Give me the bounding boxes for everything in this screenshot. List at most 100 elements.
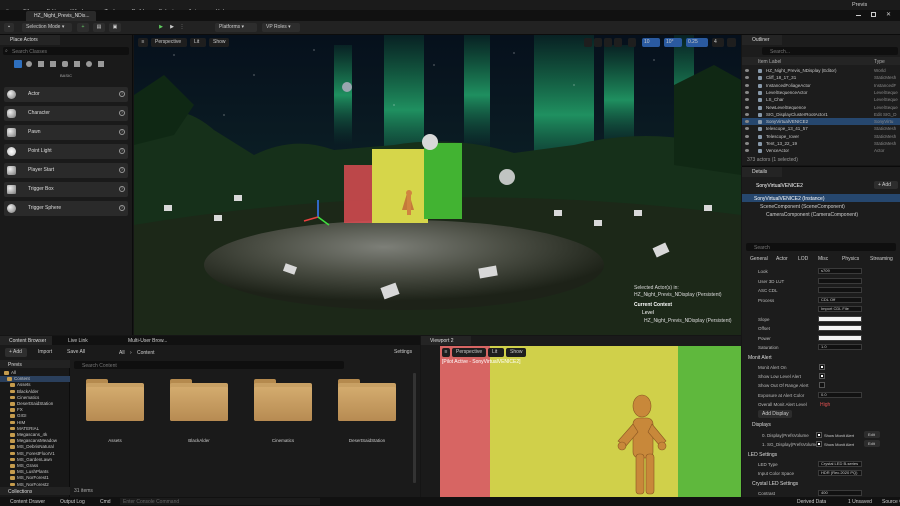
display-show-checkbox[interactable] [816,432,822,438]
exposure-input[interactable]: 0.0 [818,392,862,398]
outliner-row[interactable]: telescope_13_41_57 StaticMesh [742,125,900,132]
unsaved-button[interactable]: 1 Unsaved [848,499,872,505]
overall-value[interactable]: High [820,402,830,408]
outliner-row[interactable]: Telescope_rover StaticMesh [742,133,900,140]
outliner-row[interactable]: NewLevelSequence LevelSeque [742,104,900,111]
save-all-button[interactable]: Save All [63,348,93,357]
help-icon[interactable]: ? [119,186,125,192]
details-tab-lod[interactable]: LOD [798,256,808,262]
place-character-item[interactable]: Character? [4,106,128,121]
outliner-row[interactable]: LevelSequenceActor LevelSeque [742,89,900,96]
help-icon[interactable]: ? [119,91,125,97]
display-show-checkbox[interactable] [816,441,822,447]
visibility-icon[interactable] [745,98,749,102]
add-content-button[interactable]: + [77,23,89,32]
level-viewport[interactable]: ≡ Perspective Lit Show 10 10° 0.25 4 Sel… [134,35,741,335]
play-options-icon[interactable]: ▶ [167,23,177,32]
outliner-row[interactable]: SonyVirtualVENICE2 SonyVirtu [742,118,900,126]
monit-prop-checkbox[interactable] [819,364,825,370]
details-prop-value[interactable]: Import CDL File [818,306,862,312]
tree-folder[interactable]: GIGI [0,413,70,419]
settings-button[interactable]: Settings [390,348,418,357]
tree-folder[interactable]: MegascansMeadow [0,438,70,444]
add-button[interactable]: + Add [5,348,27,357]
add-component-button[interactable]: + Add [874,181,898,189]
tree-folder[interactable]: MS_DebrisNatural [0,444,70,450]
level-tab[interactable]: HZ_Night_Previs_NDis... [26,11,96,21]
cinematics-button[interactable]: ▣ [109,23,121,32]
output-log-button[interactable]: Output Log [60,499,85,505]
category-cinematic-icon[interactable] [50,61,56,67]
display-edit-button[interactable]: Edit [864,440,880,447]
camera-speed-button[interactable]: 4 [712,38,724,47]
visibility-icon[interactable] [745,134,749,138]
tab-multi-user[interactable]: Multi-User Brow... [128,338,167,344]
details-tab-actor[interactable]: Actor [776,256,788,262]
folder-tile[interactable] [86,377,144,421]
viewport-2-show-button[interactable]: Show [506,348,526,357]
place-player-start-item[interactable]: Player Start? [4,163,128,178]
path-all[interactable]: All [119,350,125,356]
visibility-icon[interactable] [745,149,749,153]
place-actors-search[interactable]: ⌕ Search Classes [3,47,129,55]
vp-roles-dropdown[interactable]: VP Roles ▾ [262,23,300,32]
category-shapes-icon[interactable] [38,61,44,67]
place-trigger-sphere-item[interactable]: Trigger Sphere? [4,201,128,216]
help-icon[interactable]: ? [119,129,125,135]
category-more-icon[interactable] [98,61,104,67]
details-prop-value[interactable]: 1.0 [818,344,862,350]
help-icon[interactable]: ? [119,167,125,173]
console-input[interactable]: Enter Console Command [120,498,320,505]
outliner-row[interactable]: InstancedFoliageActor InstancedF [742,82,900,89]
perspective-button[interactable]: Perspective [151,38,187,47]
content-scrollbar[interactable] [413,373,416,483]
details-prop-value[interactable] [818,325,862,331]
viewport-2-tab[interactable]: Viewport 2 [421,336,471,345]
visibility-icon[interactable] [745,83,749,87]
outliner-row[interactable]: VenceActor Actor [742,147,900,154]
tree-folder[interactable]: MS_ForestFloorV1 [0,451,70,457]
collections-header[interactable]: Collections [0,487,70,495]
category-lights-icon[interactable] [26,61,32,67]
viewport-2-perspective-button[interactable]: Perspective [452,348,486,357]
place-actors-tab[interactable]: Place Actors [0,35,60,45]
world-space-icon[interactable] [628,38,636,47]
place-trigger-box-item[interactable]: Trigger Box? [4,182,128,197]
details-prop-value[interactable] [818,277,862,284]
viewport-2-lit-button[interactable]: Lit [488,348,504,357]
help-icon[interactable]: ? [119,205,125,211]
component-root-row[interactable]: SonyVirtualVENICE2 (Instance) [742,194,900,202]
path-content[interactable]: Content [137,350,155,356]
viewport-menu-button[interactable]: ≡ [138,38,148,47]
content-drawer-button[interactable]: Content Drawer [10,499,45,505]
play-button[interactable]: ▶ [156,23,166,32]
details-tab-streaming[interactable]: Streaming [870,256,893,262]
details-prop-value[interactable]: s709 [818,268,862,274]
tree-folder[interactable]: FX [0,407,70,413]
category-basic-icon[interactable] [14,60,22,68]
input-color-dropdown[interactable]: HDR (Rec.2020 PQ) [818,470,862,476]
visibility-icon[interactable] [745,90,749,94]
visibility-icon[interactable] [745,142,749,145]
visibility-icon[interactable] [745,120,749,124]
help-icon[interactable]: ? [119,148,125,154]
category-volumes-icon[interactable] [74,61,80,67]
tree-folder[interactable]: MS_NorForest1 [0,475,70,481]
blueprint-button[interactable]: ▤ [93,23,105,32]
contrast-input[interactable]: 400 [818,490,862,496]
visibility-icon[interactable] [745,76,749,80]
details-prop-value[interactable] [818,287,862,293]
led-type-dropdown[interactable]: Crystal LED B-series [818,461,862,467]
tree-folder[interactable]: Megascans_4k [0,432,70,438]
help-icon[interactable]: ? [119,110,125,116]
cmd-dropdown[interactable]: Cmd [100,499,111,505]
details-search[interactable]: Search [746,243,896,251]
minimize-icon[interactable] [856,15,861,16]
platforms-dropdown[interactable]: Platforms ▾ [215,23,257,32]
derived-data-button[interactable]: Derived Data [797,499,826,505]
place-point-light-item[interactable]: Point Light? [4,144,128,159]
tree-folder[interactable]: MS_Grass [0,463,70,469]
grid-snap-button[interactable]: 10 [642,38,660,47]
monit-section-header[interactable]: Monit Alert [748,355,772,361]
place-pawn-item[interactable]: Pawn? [4,125,128,140]
